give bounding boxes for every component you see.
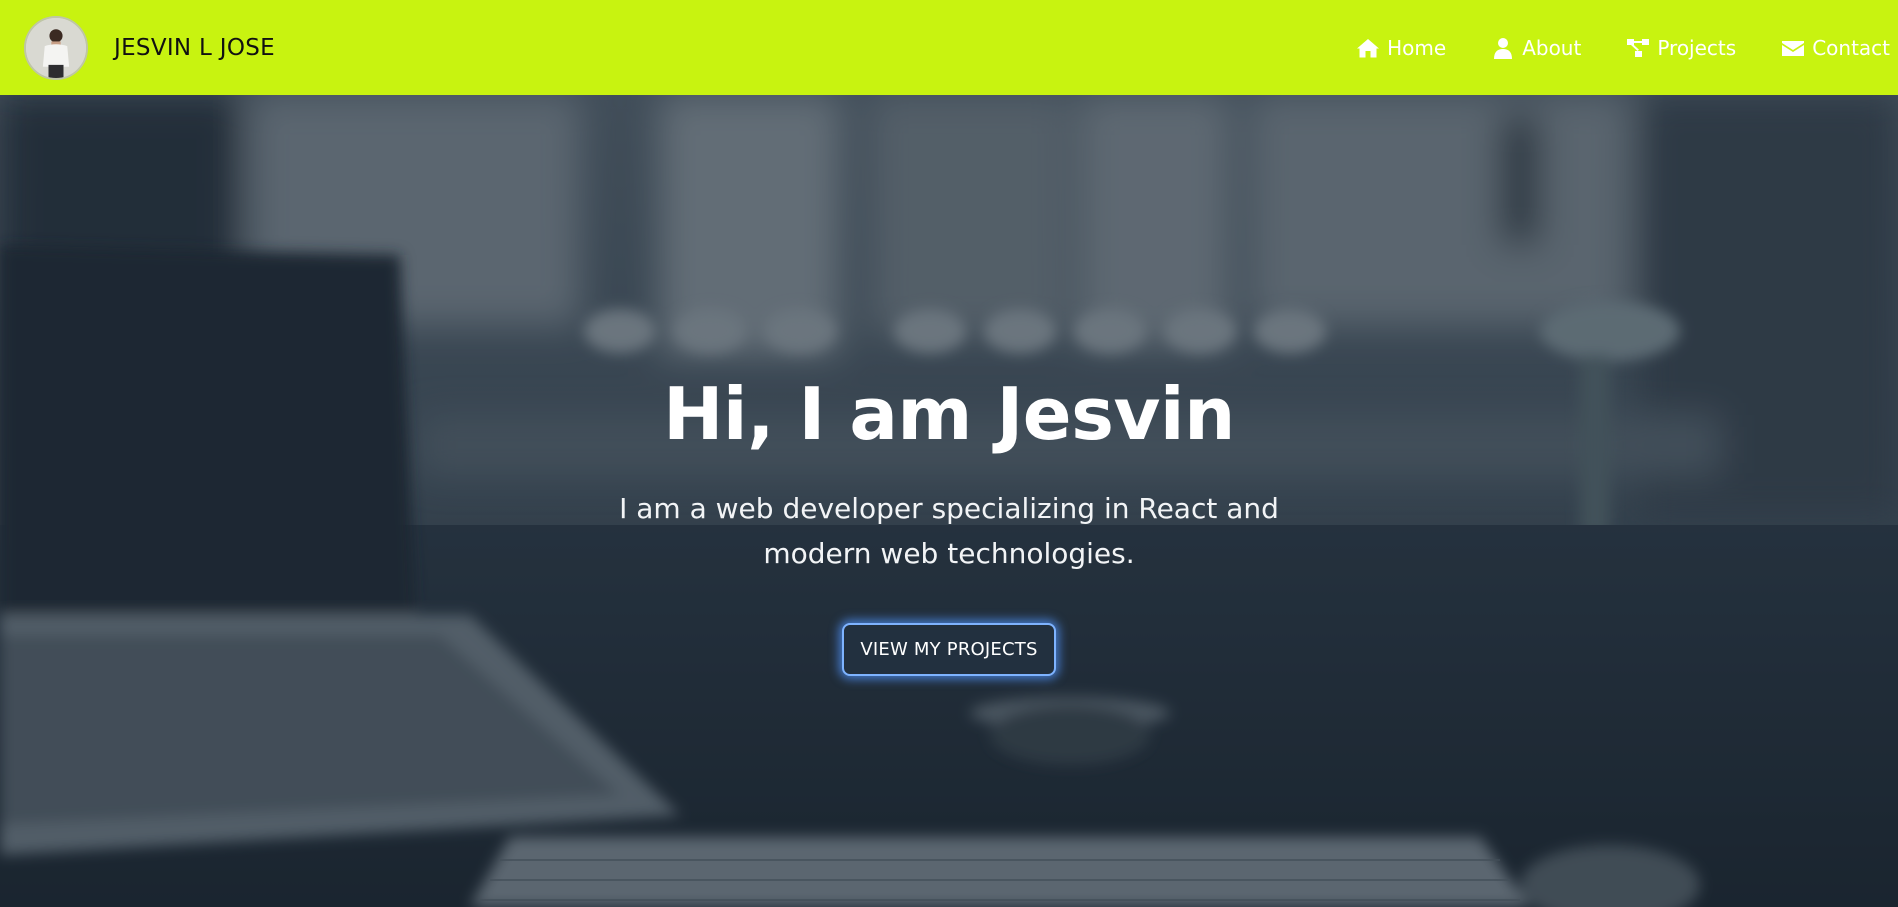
- nav-contact[interactable]: Contact: [1781, 36, 1890, 60]
- nav-about[interactable]: About: [1491, 36, 1581, 60]
- avatar: [24, 15, 88, 80]
- hero-title: Hi, I am Jesvin: [663, 372, 1235, 456]
- hero-content: Hi, I am Jesvin I am a web developer spe…: [0, 95, 1898, 676]
- user-icon: [1494, 37, 1513, 59]
- nav-links: Home About Projects Contact: [1356, 36, 1890, 60]
- profile-photo-icon: [26, 17, 86, 78]
- brand-name: JESVIN L JOSE: [114, 34, 275, 61]
- sitemap-icon: [1627, 38, 1650, 57]
- nav-about-label: About: [1522, 35, 1582, 60]
- view-projects-button[interactable]: VIEW MY PROJECTS: [842, 623, 1056, 676]
- nav-home-label: Home: [1387, 35, 1447, 60]
- nav-projects-label: Projects: [1657, 35, 1737, 60]
- envelope-icon: [1782, 40, 1805, 56]
- brand-link[interactable]: JESVIN L JOSE: [24, 15, 275, 80]
- nav-home[interactable]: Home: [1356, 36, 1446, 60]
- home-icon: [1357, 38, 1380, 57]
- nav-contact-label: Contact: [1812, 35, 1890, 60]
- hero-subtitle: I am a web developer specializing in Rea…: [619, 492, 1279, 570]
- hero-section: Hi, I am Jesvin I am a web developer spe…: [0, 95, 1898, 907]
- top-navbar: JESVIN L JOSE Home About Projects Contac…: [0, 0, 1898, 95]
- nav-projects[interactable]: Projects: [1626, 36, 1736, 60]
